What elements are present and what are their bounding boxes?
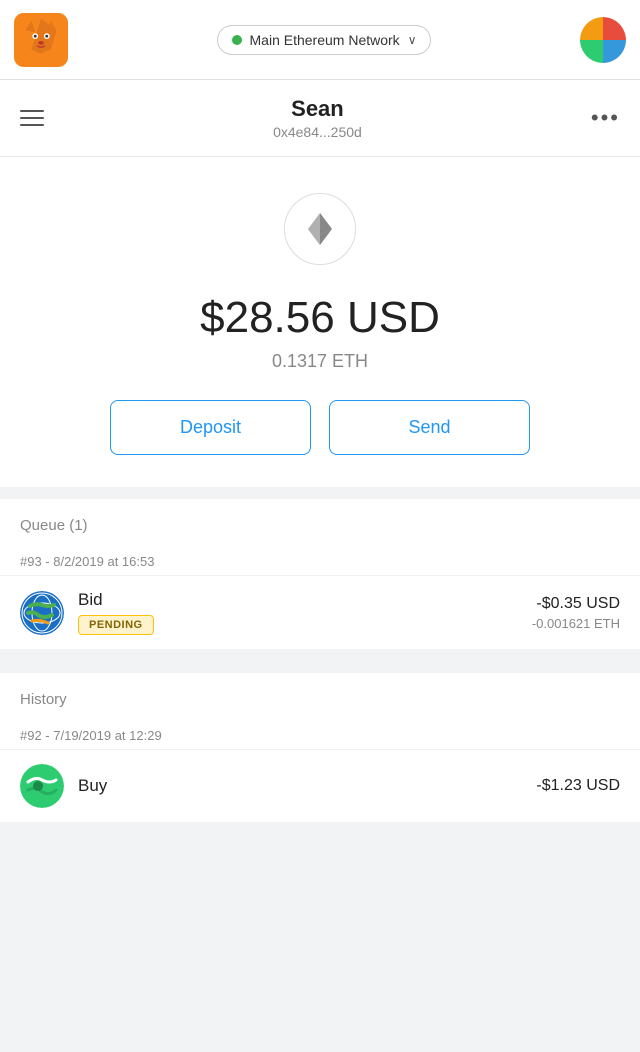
balance-section: $28.56 USD 0.1317 ETH Deposit Send [0, 157, 640, 487]
queue-section: Queue (1) #93 - 8/2/2019 at 16:53 Bid PE… [0, 499, 640, 649]
history-tx-right: -$1.23 USD [536, 777, 620, 795]
account-avatar[interactable] [580, 17, 626, 63]
more-options-button[interactable]: ••• [591, 105, 620, 131]
account-info: Sean 0x4e84...250d [273, 96, 362, 140]
history-section-label: History [0, 673, 640, 718]
hamburger-line-2 [20, 117, 44, 119]
network-label: Main Ethereum Network [250, 32, 400, 48]
history-tx-logo [20, 764, 64, 808]
section-divider-2 [0, 649, 640, 661]
usd-balance: $28.56 USD [200, 293, 440, 343]
deposit-button[interactable]: Deposit [110, 400, 311, 455]
history-tx-date: #92 - 7/19/2019 at 12:29 [0, 718, 640, 749]
history-tx-usd: -$1.23 USD [536, 777, 620, 795]
queue-tx-logo [20, 591, 64, 635]
queue-tx-date: #93 - 8/2/2019 at 16:53 [0, 544, 640, 575]
hamburger-line-3 [20, 124, 44, 126]
top-nav-bar: Main Ethereum Network ∨ [0, 0, 640, 80]
eth-icon-circle [284, 193, 356, 265]
action-buttons: Deposit Send [110, 400, 530, 455]
queue-tx-left: Bid PENDING [78, 590, 518, 635]
section-divider [0, 487, 640, 499]
metamask-logo [14, 13, 68, 67]
hamburger-menu-button[interactable] [20, 110, 44, 126]
queue-tx-eth: -0.001621 ETH [532, 616, 620, 631]
ethereum-icon [300, 209, 340, 249]
send-button[interactable]: Send [329, 400, 530, 455]
account-address[interactable]: 0x4e84...250d [273, 124, 362, 140]
account-header: Sean 0x4e84...250d ••• [0, 80, 640, 157]
hamburger-line-1 [20, 110, 44, 112]
account-name: Sean [273, 96, 362, 122]
network-selector[interactable]: Main Ethereum Network ∨ [217, 25, 432, 55]
queue-tx-item[interactable]: Bid PENDING -$0.35 USD -0.001621 ETH [0, 575, 640, 649]
history-tx-name: Buy [78, 776, 522, 796]
history-section: History #92 - 7/19/2019 at 12:29 Buy -$1… [0, 673, 640, 822]
network-status-dot [232, 35, 242, 45]
queue-tx-right: -$0.35 USD -0.001621 ETH [532, 595, 620, 631]
queue-tx-usd: -$0.35 USD [532, 595, 620, 613]
chevron-down-icon: ∨ [408, 33, 417, 47]
queue-tx-badge: PENDING [78, 615, 154, 635]
eth-balance: 0.1317 ETH [272, 351, 368, 372]
queue-section-label: Queue (1) [0, 499, 640, 544]
history-tx-left: Buy [78, 776, 522, 796]
queue-tx-name: Bid [78, 590, 518, 610]
history-tx-item[interactable]: Buy -$1.23 USD [0, 749, 640, 822]
